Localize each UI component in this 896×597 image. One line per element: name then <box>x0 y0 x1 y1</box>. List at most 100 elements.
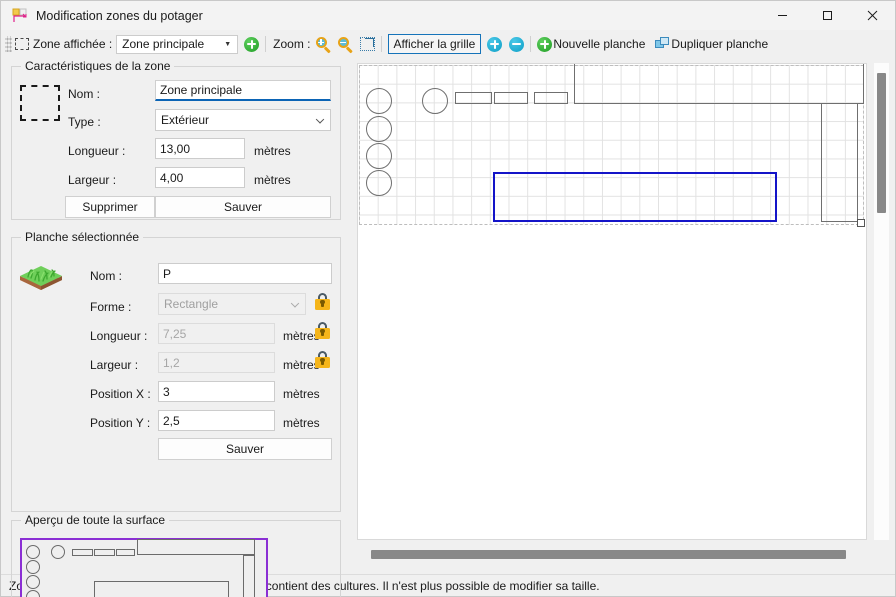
zone-name-input[interactable]: Zone principale <box>155 80 331 101</box>
zone-type-select[interactable]: Extérieur <box>155 109 331 131</box>
canvas-horizontal-scrollbar[interactable] <box>357 547 867 562</box>
preview-circle <box>26 575 40 589</box>
zone-width-input[interactable]: 4,00 <box>155 167 245 188</box>
preview-shape <box>94 549 115 556</box>
preview-group-title: Aperçu de toute la surface <box>21 513 170 527</box>
plank-shape[interactable] <box>494 92 528 104</box>
chevron-down-icon <box>315 115 325 124</box>
zone-save-button[interactable]: Sauver <box>155 196 331 218</box>
selected-plank-group: Planche sélectionnée Nom: P Forme: Rec… <box>11 230 341 512</box>
canvas-panel <box>351 57 895 574</box>
zone-width-label: Largeur : <box>68 173 117 187</box>
plank-posx-unit: mètres <box>283 387 320 401</box>
body: Caractéristiques de la zone Nom : Zone p… <box>1 57 895 597</box>
surface-preview-group: Aperçu de toute la surface <box>11 513 341 597</box>
plank-length-input: 7,25 <box>158 323 275 344</box>
plank-shape[interactable] <box>821 103 858 222</box>
zone-select-value: Zone principale <box>122 37 205 51</box>
plank-circle[interactable] <box>366 116 392 142</box>
close-button[interactable] <box>850 1 895 31</box>
new-plank-button-icon[interactable] <box>537 36 553 52</box>
plank-width-lock-icon <box>315 351 330 368</box>
plank-posx-label: Position X : <box>90 387 151 401</box>
plank-width-label: Largeur : <box>90 358 139 372</box>
main-toolbar: Zone affichée : Zone principale ▼ Zoom :… <box>1 31 895 57</box>
preview-shape <box>243 555 255 597</box>
plank-shape[interactable] <box>574 64 864 104</box>
resize-handle[interactable] <box>857 219 865 227</box>
preview-circle <box>26 560 40 574</box>
window-title: Modification zones du potager <box>36 8 203 23</box>
plank-circle[interactable] <box>422 88 448 114</box>
plank-group-title: Planche sélectionnée <box>21 230 144 244</box>
zone-length-input[interactable]: 13,00 <box>155 138 245 159</box>
dashed-square-icon <box>15 38 29 50</box>
plank-width-input: 1,2 <box>158 352 275 373</box>
preview-shape <box>137 539 255 555</box>
plank-shape-select: Rectangle <box>158 293 306 315</box>
plank-length-lock-icon <box>315 322 330 339</box>
app-window: Modification zones du potager Zone affic… <box>0 0 896 597</box>
preview-circle <box>51 545 65 559</box>
scrollbar-thumb[interactable] <box>371 550 846 559</box>
preview-shape <box>116 549 135 556</box>
zone-type-label: Type : <box>68 115 101 129</box>
plank-posy-unit: mètres <box>283 416 320 430</box>
duplicate-icon[interactable] <box>655 37 670 51</box>
zone-canvas[interactable] <box>357 63 867 540</box>
zoom-out-button[interactable] <box>337 36 354 53</box>
zone-displayed-label: Zone affichée : <box>33 37 113 51</box>
preview-circle <box>26 590 40 597</box>
plank-circle[interactable] <box>366 170 392 196</box>
show-grid-toggle[interactable]: Afficher la grille <box>387 34 482 54</box>
canvas-vertical-scrollbar[interactable] <box>874 63 889 540</box>
maximize-button[interactable] <box>805 1 850 31</box>
plank-shape[interactable] <box>455 92 492 104</box>
preview-circle <box>26 545 40 559</box>
plank-posy-input[interactable]: 2,5 <box>158 410 275 431</box>
zone-width-unit: mètres <box>254 173 291 187</box>
grid-increase-button[interactable] <box>487 36 503 52</box>
add-zone-button[interactable] <box>244 36 260 52</box>
toolbar-grip[interactable] <box>5 36 12 52</box>
new-plank-button[interactable]: Nouvelle planche <box>553 37 645 51</box>
minimize-button[interactable] <box>760 1 805 31</box>
zone-length-unit: mètres <box>254 144 291 158</box>
plank-shape-value: Rectangle <box>164 297 219 311</box>
zoom-label: Zoom : <box>273 37 311 51</box>
zone-group-title: Caractéristiques de la zone <box>21 59 175 73</box>
toolbar-separator-3 <box>530 36 532 52</box>
plank-length-label: Longueur : <box>90 329 148 343</box>
plank-shape[interactable] <box>534 92 568 104</box>
zone-delete-button[interactable]: Supprimer <box>65 196 155 218</box>
plank-shape-label: Forme : <box>90 300 132 314</box>
preview-shape <box>94 581 229 597</box>
toolbar-separator-2 <box>380 36 382 52</box>
zone-name-label: Nom : <box>68 87 101 101</box>
zoom-in-button[interactable] <box>315 36 332 53</box>
zone-select[interactable]: Zone principale ▼ <box>116 34 239 54</box>
plank-name-input[interactable]: P <box>158 263 332 284</box>
plank-circle[interactable] <box>366 143 392 169</box>
plank-shape-lock-icon <box>315 293 330 310</box>
left-panel: Caractéristiques de la zone Nom : Zone p… <box>1 57 351 597</box>
zone-type-value: Extérieur <box>161 113 210 127</box>
plank-circle[interactable] <box>366 88 392 114</box>
window-controls <box>760 1 895 31</box>
plank-name-label: Nom : <box>90 269 123 283</box>
plank-posx-input[interactable]: 3 <box>158 381 275 402</box>
grid-decrease-button[interactable] <box>509 36 525 52</box>
duplicate-plank-button[interactable]: Dupliquer planche <box>671 37 768 51</box>
zoom-fit-button[interactable] <box>359 37 375 51</box>
toolbar-separator <box>265 36 267 52</box>
grass-patch-icon <box>18 260 64 296</box>
scrollbar-thumb[interactable] <box>877 73 886 213</box>
selected-plank-shape[interactable] <box>493 172 777 222</box>
zone-length-label: Longueur : <box>68 144 126 158</box>
plank-save-button[interactable]: Sauver <box>158 438 332 460</box>
chevron-down-icon: ▼ <box>224 40 232 48</box>
title-bar: Modification zones du potager <box>1 1 895 31</box>
preview-shape <box>72 549 93 556</box>
plank-posy-label: Position Y : <box>90 416 151 430</box>
surface-preview-canvas[interactable] <box>20 538 268 597</box>
